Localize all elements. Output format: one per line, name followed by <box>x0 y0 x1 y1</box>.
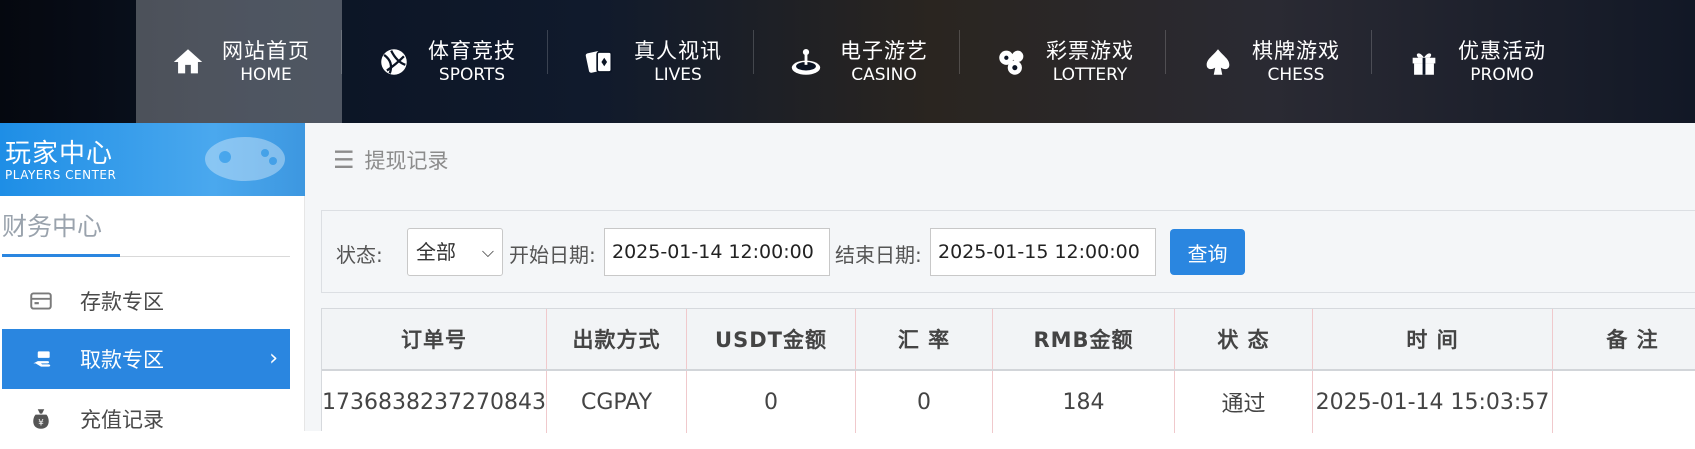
start-date-label: 开始日期: <box>509 243 596 267</box>
moneybag-icon: ¥ <box>26 404 56 434</box>
header-usdt-amount: USDT金额 <box>687 309 856 369</box>
nav-label-cn: 棋牌游戏 <box>1252 38 1340 63</box>
home-icon <box>168 42 208 82</box>
nav-label-en: HOME <box>240 64 292 85</box>
sidebar-item-label: 充值记录 <box>80 408 164 432</box>
nav-item-promo[interactable]: 优惠活动 PROMO <box>1372 0 1578 123</box>
nav-label-cn: 彩票游戏 <box>1046 38 1134 63</box>
finance-center-heading: 财务中心 <box>2 212 103 241</box>
status-label: 状态: <box>336 243 383 267</box>
page-title: 提现记录 <box>364 149 449 173</box>
nav-label-cn: 优惠活动 <box>1458 38 1546 63</box>
slot-icon <box>786 42 826 82</box>
cell-remark <box>1553 371 1695 433</box>
spade-icon <box>1198 42 1238 82</box>
svg-text:¥: ¥ <box>38 419 44 429</box>
nav-label-cn: 真人视讯 <box>634 38 722 63</box>
sidebar-item-withdraw[interactable]: 取款专区 › <box>2 329 290 389</box>
gamepad-icon <box>205 137 285 181</box>
header-order-no: 订单号 <box>322 309 547 369</box>
nav-label-en: LOTTERY <box>1052 64 1128 85</box>
nav-label-cn: 体育竞技 <box>428 38 516 63</box>
sidebar-item-label: 取款专区 <box>80 348 164 372</box>
nav-label-cn: 电子游艺 <box>840 38 928 63</box>
cell-time: 2025-01-14 15:03:57 <box>1313 371 1553 433</box>
start-date-input[interactable]: 2025-01-14 12:00:00 <box>604 228 830 276</box>
nav-label-en: LIVES <box>654 64 702 85</box>
nav-label-en: CASINO <box>851 64 917 85</box>
menu-icon: ☰ <box>333 146 355 174</box>
main-content: ☰ 提现记录 状态: 全部 ⌵ 开始日期: 2025-01-14 12:00:0… <box>305 123 1695 433</box>
status-select[interactable]: 全部 ⌵ <box>407 228 503 276</box>
withdraw-icon <box>26 344 56 374</box>
chevron-right-icon: › <box>269 346 278 371</box>
breadcrumb: ☰ 提现记录 <box>333 145 449 175</box>
nav-item-sports[interactable]: 体育竞技 SPORTS <box>342 0 548 123</box>
table-header: 订单号 出款方式 USDT金额 汇 率 RMB金额 状 态 时 间 备 注 <box>322 309 1695 371</box>
sidebar-item-label: 存款专区 <box>80 290 164 314</box>
nav-item-chess[interactable]: 棋牌游戏 CHESS <box>1166 0 1372 123</box>
cell-status: 通过 <box>1175 371 1313 433</box>
players-center-header: 玩家中心 PLAYERS CENTER <box>0 123 305 196</box>
header-status: 状 态 <box>1175 309 1313 369</box>
cell-payout-method: CGPAY <box>547 371 687 433</box>
ball-icon <box>374 42 414 82</box>
nav-item-lives[interactable]: 真人视讯 LIVES <box>548 0 754 123</box>
nav-item-casino[interactable]: 电子游艺 CASINO <box>754 0 960 123</box>
nav-label-en: SPORTS <box>438 64 506 85</box>
sidebar: 玩家中心 PLAYERS CENTER 财务中心 存款专区 取款专区 › ¥ 充… <box>0 123 305 432</box>
gift-icon <box>1404 42 1444 82</box>
sidebar-item-recharge-record[interactable]: ¥ 充值记录 <box>2 389 290 449</box>
header-remark: 备 注 <box>1606 328 1659 352</box>
players-center-subtitle: PLAYERS CENTER <box>5 168 117 182</box>
cell-order-no: 1736838237270843 <box>322 371 547 433</box>
end-date-input[interactable]: 2025-01-15 12:00:00 <box>930 228 1156 276</box>
chevron-down-icon: ⌵ <box>481 242 494 261</box>
nav-items: 网站首页 HOME 体育竞技 SPORTS 真人视讯 LIVES 电子游艺 CA… <box>136 0 1578 123</box>
section-underline <box>2 254 120 257</box>
cell-usdt-amount: 0 <box>687 371 856 433</box>
filter-bar: 状态: 全部 ⌵ 开始日期: 2025-01-14 12:00:00 结束日期:… <box>321 210 1695 293</box>
cell-exchange-rate: 0 <box>856 371 993 433</box>
query-button[interactable]: 查询 <box>1170 229 1245 275</box>
header-exchange-rate: 汇 率 <box>856 309 993 369</box>
sidebar-item-deposit[interactable]: 存款专区 <box>2 271 290 331</box>
header-payout-method: 出款方式 <box>547 309 687 369</box>
withdraw-records-table: 订单号 出款方式 USDT金额 汇 率 RMB金额 状 态 时 间 备 注 17… <box>321 308 1695 433</box>
header-time: 时 间 <box>1313 309 1553 369</box>
deposit-icon <box>26 286 56 316</box>
nav-label-en: CHESS <box>1267 64 1325 85</box>
header-rmb-amount: RMB金额 <box>993 309 1175 369</box>
table-row: 1736838237270843 CGPAY 0 0 184 通过 2025-0… <box>322 371 1695 433</box>
top-navigation: 网站首页 HOME 体育竞技 SPORTS 真人视讯 LIVES 电子游艺 CA… <box>0 0 1695 123</box>
end-date-label: 结束日期: <box>835 243 922 267</box>
players-center-title: 玩家中心 <box>5 139 114 169</box>
cards-icon <box>580 42 620 82</box>
status-select-value: 全部 <box>416 240 456 264</box>
nav-label-en: PROMO <box>1470 64 1534 85</box>
nav-item-home[interactable]: 网站首页 HOME <box>136 0 342 123</box>
cell-rmb-amount: 184 <box>993 371 1175 433</box>
lottery-balls-icon <box>992 42 1032 82</box>
nav-item-lottery[interactable]: 彩票游戏 LOTTERY <box>960 0 1166 123</box>
nav-label-cn: 网站首页 <box>222 38 310 63</box>
